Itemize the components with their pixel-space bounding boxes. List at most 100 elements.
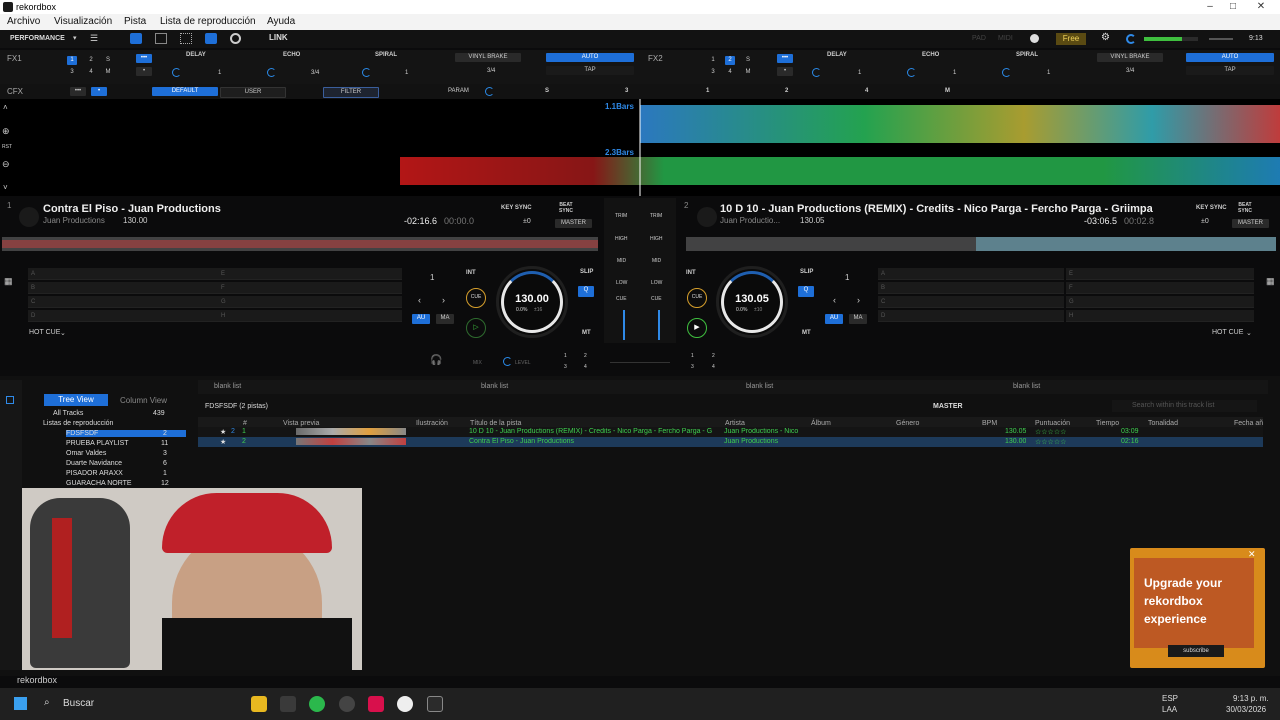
menu-lista[interactable]: Lista de reproducción — [160, 16, 256, 27]
deck2-hotcue-d[interactable]: D — [878, 310, 1064, 322]
playlist-pisador[interactable]: PISADOR ARAXX — [66, 470, 123, 477]
layout-icon[interactable]: ☰ — [90, 33, 98, 44]
zoom-in-icon[interactable]: ⊕ — [2, 126, 10, 137]
col-artwork[interactable]: Ilustración — [416, 420, 448, 427]
deck1-hotcue-g[interactable]: G — [218, 296, 402, 308]
ad-subscribe-button[interactable]: subscribe — [1168, 645, 1224, 657]
row-star-icon[interactable]: ★ — [220, 438, 226, 446]
deck1-ma-button[interactable]: MA — [436, 314, 454, 324]
fx2-knob-3[interactable] — [1002, 68, 1011, 77]
fx1-tap-button[interactable]: TAP — [546, 66, 634, 75]
deck1-hotcue-h[interactable]: H — [218, 310, 402, 322]
cfx-filter-button[interactable]: FILTER — [323, 87, 379, 98]
col-key[interactable]: Tonalidad — [1148, 420, 1178, 427]
table-row[interactable]: ★ 2 Contra El Piso - Juan Productions Ju… — [198, 437, 1263, 447]
pad-label[interactable]: PAD — [972, 35, 986, 42]
deck2-hotcue-f[interactable]: F — [1066, 282, 1254, 294]
deck1-pad-grid-icon[interactable]: ▦ — [4, 276, 13, 287]
fx1-knob-2[interactable] — [267, 68, 276, 77]
deck2-ch-2[interactable]: 2 — [712, 353, 715, 359]
deck2-hotcue-h[interactable]: H — [1066, 310, 1254, 322]
playlist-fdsfsdf[interactable]: FDSFSDF — [66, 430, 186, 437]
deck1-ch-3[interactable]: 3 — [564, 364, 567, 370]
fx1-vinyl-brake[interactable]: VINYL BRAKE — [455, 53, 521, 62]
column-view-tab[interactable]: Column View — [120, 396, 167, 405]
cfx-menu-button[interactable]: ••• — [70, 87, 86, 96]
tab-blank-list-4[interactable]: blank list — [1013, 383, 1040, 390]
tree-view-tab[interactable]: Tree View — [44, 394, 108, 406]
waveform-view-icon[interactable] — [130, 33, 142, 44]
cfx-user-button[interactable]: USER — [220, 87, 286, 98]
deck1-overview-waveform[interactable] — [2, 233, 598, 255]
file-explorer-icon[interactable] — [251, 696, 267, 712]
deck2-ch-4[interactable]: 4 — [712, 364, 715, 370]
row-rating[interactable]: ☆☆☆☆☆ — [1035, 438, 1066, 446]
fx2-dot-button[interactable]: • — [777, 67, 793, 76]
deck2-mt-button[interactable]: MT — [802, 330, 811, 336]
col-bpm[interactable]: BPM — [982, 420, 997, 427]
deck1-hotcue-f[interactable]: F — [218, 282, 402, 294]
fx2-vinyl-brake[interactable]: VINYL BRAKE — [1097, 53, 1163, 62]
plan-badge[interactable]: Free — [1056, 33, 1086, 45]
language-indicator[interactable]: ESP — [1162, 694, 1178, 703]
fx1-menu-button[interactable]: ••• — [136, 54, 152, 63]
cfx-param-knob[interactable] — [485, 87, 494, 96]
fx1-knob-1[interactable] — [172, 68, 181, 77]
link-button[interactable]: LINK — [269, 33, 288, 42]
deck2-hotcue-g[interactable]: G — [1066, 296, 1254, 308]
deck2-hotcue-e[interactable]: E — [1066, 268, 1254, 280]
upgrade-ad[interactable]: ✕ Upgrade your rekordbox experience subs… — [1130, 548, 1265, 668]
master-volume-slider[interactable] — [1209, 38, 1233, 40]
media-player-icon[interactable] — [397, 696, 413, 712]
col-genre[interactable]: Género — [896, 420, 919, 427]
fx1-ch-s[interactable]: S — [103, 56, 113, 65]
deck2-jump-back-icon[interactable]: ‹ — [833, 295, 836, 305]
close-button[interactable]: ✕ — [1247, 0, 1275, 14]
search-icon[interactable]: ⌕ — [44, 697, 50, 708]
fx2-effect-3[interactable]: SPIRAL — [1016, 52, 1038, 58]
fx2-auto-button[interactable]: AUTO — [1186, 53, 1274, 62]
deck1-quantize-button[interactable]: Q — [578, 286, 594, 297]
tree-playlists-folder[interactable]: Listas de reproducción — [43, 420, 113, 427]
deck1-slip-button[interactable]: SLIP — [580, 269, 593, 275]
col-rating[interactable]: Puntuación — [1035, 420, 1070, 427]
deck2-ch-3[interactable]: 3 — [691, 364, 694, 370]
deck2-hotcue-b[interactable]: B — [878, 282, 1064, 294]
fx2-menu-button[interactable]: ••• — [777, 54, 793, 63]
sync-icon[interactable] — [1126, 34, 1136, 44]
deck1-beat-sync[interactable]: BEAT SYNC — [555, 202, 577, 214]
playlist-guaracha[interactable]: GUARACHA NORTE — [66, 480, 132, 487]
deck1-ch-2[interactable]: 2 — [584, 353, 587, 359]
fx2-ch-2[interactable]: 2 — [725, 56, 735, 65]
deck1-hotcue-a[interactable]: A — [28, 268, 218, 280]
ad-close-icon[interactable]: ✕ — [1248, 549, 1256, 560]
fx1-ch-1[interactable]: 1 — [67, 56, 77, 65]
fx2-tap-button[interactable]: TAP — [1186, 66, 1274, 75]
row-rating[interactable]: ☆☆☆☆☆ — [1035, 428, 1066, 436]
taskbar-date[interactable]: 30/03/2026 — [1226, 705, 1266, 714]
col-preview[interactable]: Vista previa — [283, 420, 319, 427]
mixer-view-icon[interactable] — [205, 33, 217, 44]
fx1-ch-3[interactable]: 3 — [67, 68, 77, 77]
col-artist[interactable]: Artista — [725, 420, 745, 427]
deck1-mt-button[interactable]: MT — [582, 330, 591, 336]
record-icon[interactable] — [230, 33, 241, 44]
deck1-hotcue-c[interactable]: C — [28, 296, 218, 308]
fx2-ch-m[interactable]: M — [743, 68, 753, 77]
deck1-jump-fwd-icon[interactable]: › — [442, 295, 445, 305]
cue-label-1[interactable]: CUE — [616, 296, 627, 302]
row-star-icon[interactable]: ★ — [220, 428, 226, 436]
col-album[interactable]: Álbum — [811, 420, 831, 427]
menu-archivo[interactable]: Archivo — [7, 16, 40, 27]
tab-blank-list-3[interactable]: blank list — [746, 383, 773, 390]
col-time[interactable]: Tiempo — [1096, 420, 1119, 427]
deck1-jump-back-icon[interactable]: ‹ — [418, 295, 421, 305]
deck2-hotcue-c[interactable]: C — [878, 296, 1064, 308]
row-preview-waveform[interactable] — [296, 428, 406, 435]
deck2-overview-waveform[interactable] — [686, 233, 1276, 255]
fx1-ch-2[interactable]: 2 — [86, 56, 96, 65]
fx1-effect-1[interactable]: DELAY — [186, 52, 206, 58]
chevron-down-icon[interactable]: ˅ — [3, 183, 8, 192]
midi-label[interactable]: MIDI — [998, 35, 1013, 42]
deck2-hotcue-dropdown-icon[interactable]: ⌄ — [1246, 329, 1252, 337]
